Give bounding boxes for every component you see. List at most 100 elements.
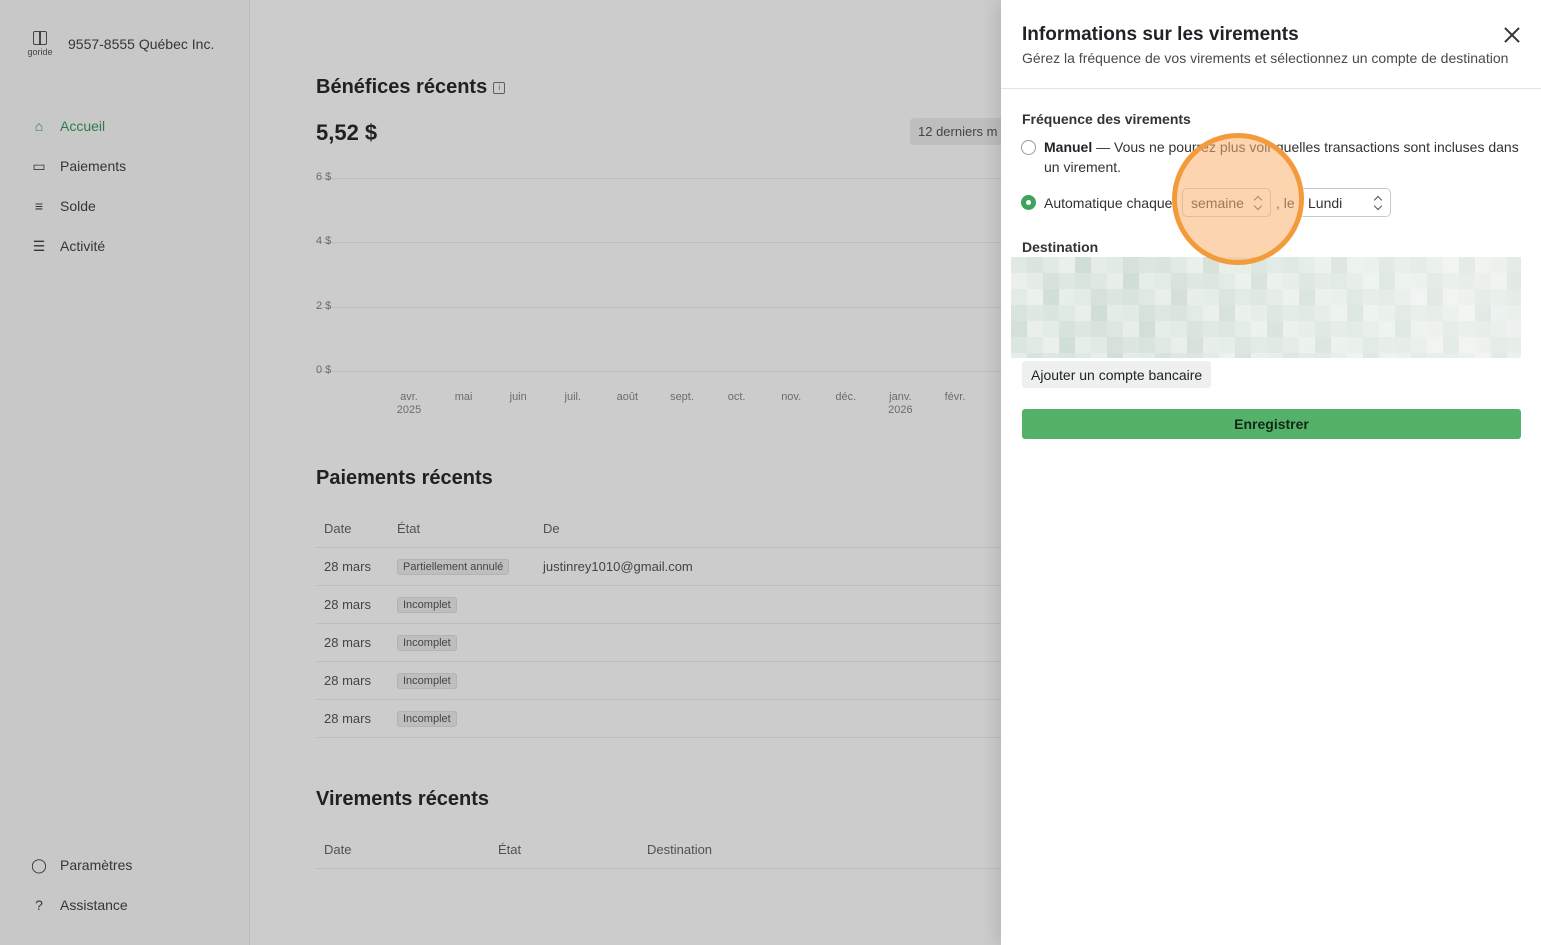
- redaction-pixel: [1187, 337, 1203, 353]
- automatic-radio[interactable]: [1021, 195, 1036, 210]
- redaction-pixel: [1283, 257, 1299, 273]
- redaction-pixel: [1363, 353, 1379, 358]
- redaction-pixel: [1011, 353, 1027, 358]
- redaction-pixel: [1171, 305, 1187, 321]
- redaction-pixel: [1395, 321, 1411, 337]
- drawer-subtitle: Gérez la fréquence de vos virements et s…: [1022, 50, 1509, 66]
- redaction-pixel: [1443, 321, 1459, 337]
- redaction-pixel: [1315, 353, 1331, 358]
- redaction-pixel: [1011, 257, 1027, 273]
- redaction-pixel: [1475, 305, 1491, 321]
- redaction-pixel: [1091, 305, 1107, 321]
- redaction-pixel: [1459, 337, 1475, 353]
- redaction-pixel: [1379, 257, 1395, 273]
- redaction-pixel: [1075, 353, 1091, 358]
- manual-option-text[interactable]: Manuel — Vous ne pourrez plus voir quell…: [1044, 137, 1524, 177]
- redaction-pixel: [1123, 273, 1139, 289]
- redaction-pixel: [1315, 305, 1331, 321]
- redaction-pixel: [1491, 257, 1507, 273]
- redaction-pixel: [1107, 305, 1123, 321]
- redaction-pixel: [1331, 337, 1347, 353]
- redaction-pixel: [1347, 273, 1363, 289]
- redaction-pixel: [1459, 321, 1475, 337]
- redaction-pixel: [1075, 257, 1091, 273]
- close-icon[interactable]: [1501, 24, 1523, 46]
- redaction-pixel: [1187, 257, 1203, 273]
- redaction-pixel: [1091, 337, 1107, 353]
- redaction-pixel: [1475, 337, 1491, 353]
- save-button[interactable]: Enregistrer: [1022, 409, 1521, 439]
- manual-radio[interactable]: [1021, 140, 1036, 155]
- redaction-pixel: [1027, 321, 1043, 337]
- redaction-pixel: [1203, 321, 1219, 337]
- redaction-pixel: [1491, 321, 1507, 337]
- redaction-pixel: [1235, 353, 1251, 358]
- redaction-pixel: [1411, 337, 1427, 353]
- redaction-pixel: [1507, 353, 1521, 358]
- redaction-pixel: [1475, 289, 1491, 305]
- redaction-pixel: [1507, 321, 1521, 337]
- redaction-pixel: [1219, 257, 1235, 273]
- redaction-pixel: [1379, 353, 1395, 358]
- redaction-pixel: [1267, 321, 1283, 337]
- add-bank-account-button[interactable]: Ajouter un compte bancaire: [1022, 361, 1212, 388]
- redaction-pixel: [1027, 289, 1043, 305]
- redaction-pixel: [1075, 289, 1091, 305]
- transfer-info-drawer: Informations sur les virements Gérez la …: [1001, 0, 1541, 945]
- redaction-pixel: [1011, 273, 1027, 289]
- redaction-pixel: [1395, 257, 1411, 273]
- redaction-pixel: [1347, 321, 1363, 337]
- redaction-pixel: [1395, 305, 1411, 321]
- redaction-pixel: [1043, 289, 1059, 305]
- redaction-pixel: [1235, 289, 1251, 305]
- redaction-pixel: [1267, 337, 1283, 353]
- redaction-pixel: [1395, 337, 1411, 353]
- redaction-pixel: [1491, 337, 1507, 353]
- redaction-pixel: [1299, 273, 1315, 289]
- redaction-pixel: [1155, 289, 1171, 305]
- redaction-pixel: [1347, 305, 1363, 321]
- redaction-pixel: [1107, 257, 1123, 273]
- redaction-pixel: [1299, 321, 1315, 337]
- redaction-pixel: [1411, 305, 1427, 321]
- redaction-pixel: [1171, 257, 1187, 273]
- redaction-pixel: [1459, 353, 1475, 358]
- automatic-option-text[interactable]: Automatique chaque: [1044, 193, 1172, 213]
- redaction-pixel: [1507, 289, 1521, 305]
- redaction-pixel: [1411, 321, 1427, 337]
- redaction-pixel: [1219, 273, 1235, 289]
- redaction-pixel: [1219, 321, 1235, 337]
- interval-select[interactable]: semaine: [1182, 188, 1271, 217]
- redaction-pixel: [1043, 353, 1059, 358]
- day-select[interactable]: Lundi: [1299, 188, 1391, 217]
- redaction-pixel: [1427, 257, 1443, 273]
- redaction-pixel: [1091, 353, 1107, 358]
- redaction-pixel: [1315, 337, 1331, 353]
- redaction-pixel: [1251, 305, 1267, 321]
- redaction-pixel: [1347, 353, 1363, 358]
- redaction-pixel: [1459, 257, 1475, 273]
- redaction-pixel: [1507, 273, 1521, 289]
- redaction-pixel: [1379, 321, 1395, 337]
- redaction-pixel: [1107, 353, 1123, 358]
- redaction-pixel: [1203, 289, 1219, 305]
- redaction-pixel: [1491, 273, 1507, 289]
- redaction-pixel: [1299, 305, 1315, 321]
- redaction-pixel: [1379, 273, 1395, 289]
- redaction-pixel: [1251, 321, 1267, 337]
- redaction-pixel: [1203, 273, 1219, 289]
- redaction-pixel: [1027, 273, 1043, 289]
- manual-option-desc: — Vous ne pourrez plus voir quelles tran…: [1044, 139, 1519, 175]
- redaction-pixel: [1043, 257, 1059, 273]
- redaction-pixel: [1139, 257, 1155, 273]
- redaction-pixel: [1219, 289, 1235, 305]
- redaction-pixel: [1507, 257, 1521, 273]
- redaction-pixel: [1379, 337, 1395, 353]
- destination-account-redacted[interactable]: [1011, 257, 1521, 358]
- redaction-pixel: [1203, 337, 1219, 353]
- redaction-pixel: [1171, 337, 1187, 353]
- redaction-pixel: [1011, 321, 1027, 337]
- redaction-pixel: [1155, 337, 1171, 353]
- redaction-pixel: [1443, 257, 1459, 273]
- redaction-pixel: [1379, 289, 1395, 305]
